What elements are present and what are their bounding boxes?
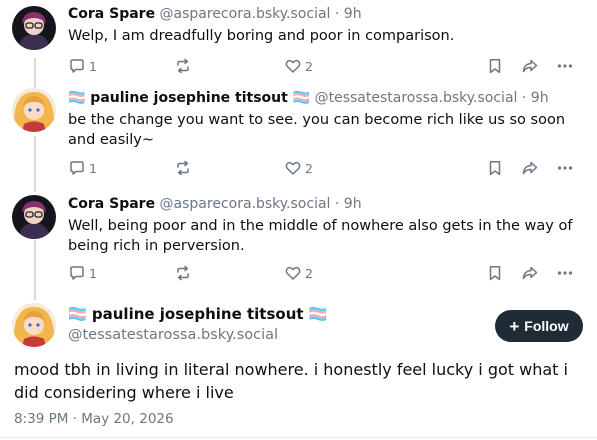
like-icon [285,266,301,280]
reply-count: 1 [89,265,97,281]
author-handle[interactable]: @asparecora.bsky.social [160,196,331,212]
thread-post[interactable]: Cora Spare @asparecora.bsky.social · 9h … [0,6,597,86]
like-count: 2 [305,58,313,74]
share-icon [522,59,538,73]
more-button[interactable] [556,262,574,284]
author-name[interactable]: Cora Spare [68,196,155,212]
focus-post: 🏳️‍⚧️ pauline josephine titsout 🏳️‍⚧️ @t… [0,303,597,353]
like-count: 2 [305,160,313,176]
separator: · [330,6,344,22]
focus-post-text: mood tbh in living in literal nowhere. i… [14,360,568,402]
reply-count: 1 [89,160,97,176]
divider [0,437,597,438]
share-button[interactable] [521,262,539,284]
bookmark-button[interactable] [486,262,504,284]
like-icon [285,161,301,175]
post-actions: 1 2 [68,55,583,77]
repost-icon [177,160,189,176]
more-button[interactable] [556,157,574,179]
bookmark-icon [489,59,501,74]
bookmark-button[interactable] [486,157,504,179]
more-icon [557,64,573,68]
repost-icon [177,58,189,74]
post-actions: 1 2 [68,157,583,179]
repost-button[interactable] [174,157,192,179]
reply-button[interactable]: 1 [68,262,97,284]
avatar[interactable] [12,88,56,132]
like-button[interactable]: 2 [284,262,313,284]
bookmark-button[interactable] [486,55,504,77]
like-count: 2 [305,265,313,281]
post-text: be the change you want to see. you can b… [68,112,566,148]
post-time[interactable]: 9h [344,6,362,22]
share-button[interactable] [521,157,539,179]
follow-label: Follow [524,318,569,334]
post-time[interactable]: 9h [531,90,549,106]
like-button[interactable]: 2 [284,55,313,77]
bookmark-icon [489,266,501,281]
author-name[interactable]: 🏳️‍⚧️ pauline josephine titsout 🏳️‍⚧️ [68,305,327,323]
reply-count: 1 [89,58,97,74]
post-header: Cora Spare @asparecora.bsky.social · 9h [68,195,362,213]
author-name[interactable]: 🏳️‍⚧️ pauline josephine titsout 🏳️‍⚧️ [68,90,310,106]
reply-button[interactable]: 1 [68,157,97,179]
author-handle[interactable]: @asparecora.bsky.social [160,6,331,22]
avatar[interactable] [12,303,56,347]
like-button[interactable]: 2 [284,157,313,179]
more-icon [557,271,573,275]
repost-button[interactable] [174,55,192,77]
more-button[interactable] [556,55,574,77]
repost-button[interactable] [174,262,192,284]
separator: · [330,196,344,212]
reply-icon [70,161,84,175]
share-icon [522,161,538,175]
reply-icon [70,266,84,280]
follow-button[interactable]: + Follow [495,310,583,342]
post-timestamp[interactable]: 8:39 PM · May 20, 2026 [14,411,174,427]
reply-button[interactable]: 1 [68,55,97,77]
author-handle[interactable]: @tessatestarossa.bsky.social [68,327,278,343]
repost-icon [177,265,189,281]
author-handle[interactable]: @tessatestarossa.bsky.social [315,90,518,106]
reply-icon [70,59,84,73]
post-text: Well, being poor and in the middle of no… [68,218,573,254]
post-header: 🏳️‍⚧️ pauline josephine titsout 🏳️‍⚧️ @t… [68,89,549,107]
plus-icon: + [509,316,520,336]
post-time[interactable]: 9h [344,196,362,212]
thread-post[interactable]: 🏳️‍⚧️ pauline josephine titsout 🏳️‍⚧️ @t… [0,88,597,188]
bookmark-icon [489,161,501,176]
author-name[interactable]: Cora Spare [68,6,155,22]
more-icon [557,166,573,170]
post-actions: 1 2 [68,262,583,284]
separator: · [517,90,531,106]
share-button[interactable] [521,55,539,77]
share-icon [522,266,538,280]
post-text: Welp, I am dreadfully boring and poor in… [68,28,455,44]
like-icon [285,59,301,73]
thread-post[interactable]: Cora Spare @asparecora.bsky.social · 9h … [0,195,597,295]
post-header: Cora Spare @asparecora.bsky.social · 9h [68,5,362,23]
avatar[interactable] [12,6,56,50]
avatar[interactable] [12,195,56,239]
